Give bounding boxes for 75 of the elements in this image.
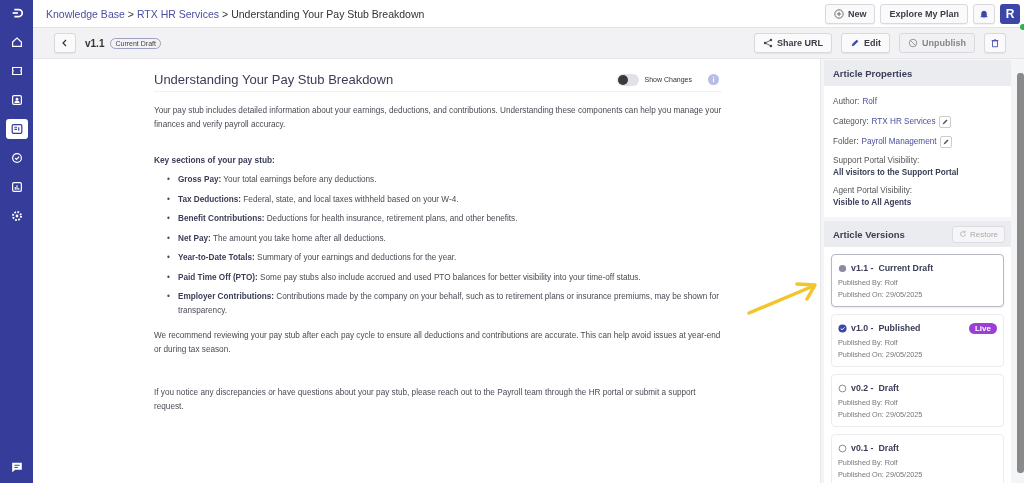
paragraph: If you notice any discrepancies or have questions about your pay stub, please reach out to the Payroll team through the HR portal or submit a support request. [154, 387, 697, 413]
info-icon [708, 74, 719, 85]
edit-button[interactable] [939, 135, 952, 148]
breadcrumb-link[interactable]: RTX HR Services [136, 7, 220, 20]
bell-icon [979, 8, 989, 19]
pencil-icon [850, 38, 860, 48]
property-label: Category: [833, 117, 869, 126]
contact-card-icon [9, 93, 24, 107]
version-name: v0.1 - Draft [851, 443, 900, 453]
list-item: Tax Deductions: Federal, state, and local taxes withheld based on your W-4. [178, 193, 460, 206]
list-bullet: • [167, 291, 171, 303]
pencil-icon [940, 117, 949, 126]
empty-circle-icon [838, 443, 847, 453]
edit-button[interactable]: Edit [841, 33, 890, 53]
property-label: Author: [833, 97, 860, 106]
trash-icon [990, 38, 1000, 48]
edit-button[interactable] [938, 115, 951, 128]
property-label: Agent Portal Visibility: [833, 186, 914, 195]
panel-title: Article Properties [833, 67, 913, 79]
list-bullet: • [167, 232, 171, 245]
book-icon [9, 122, 24, 136]
new-button[interactable]: New [824, 3, 876, 24]
property-value: All visitors to the Support Portal [833, 168, 960, 177]
panel-title: Article Versions [833, 228, 905, 240]
check-circle-icon [838, 323, 847, 333]
list-item: Paid Time Off (PTO): Some pay stubs also include accrued and used PTO balances for better visibility into your time-off status. [178, 271, 642, 284]
list-bullet: • [167, 213, 171, 225]
blocked-icon [908, 38, 918, 48]
version-label: v1.1 [85, 37, 105, 49]
list-item: Year-to-Date Totals: Summary of your earnings and deductions for the year. [178, 252, 458, 264]
chat-icon [9, 460, 24, 474]
property-link[interactable]: RTX HR Services [871, 117, 936, 126]
share-url-button[interactable]: Share URL [754, 33, 832, 53]
list-bullet: • [167, 252, 171, 264]
list-bullet: • [167, 174, 171, 186]
status-dot-icon [838, 263, 847, 273]
list-bullet: • [167, 271, 171, 284]
sidebar-item[interactable] [5, 119, 28, 139]
list-item: Employer Contributions: Contributions made by the company on your behalf, such as to retirement plans or insurance premiums, may be shown for transparency. [178, 291, 721, 317]
property-link[interactable]: Payroll Management [861, 137, 937, 146]
delete-button[interactable] [984, 33, 1006, 53]
list-bullet: • [167, 193, 171, 206]
version-name: v0.2 - Draft [851, 383, 900, 393]
breadcrumb-text: > [127, 7, 134, 20]
chart-icon [9, 180, 24, 194]
home-icon [9, 35, 24, 49]
breadcrumb-text: Understanding Your Pay Stub Breakdown [231, 7, 425, 20]
paragraph: We recommend reviewing your pay stub after each pay cycle to ensure all deductions and contributions are accurate. This can help avoid issues at year-end or during tax season. [154, 330, 722, 356]
property-link[interactable]: Rolf [862, 97, 877, 106]
property-label: Folder: [833, 137, 859, 146]
property-value: Visible to All Agents [833, 198, 913, 207]
list-item: Gross Pay: Your total earnings before any deductions. [178, 174, 378, 186]
version-name: v1.0 - Published [851, 323, 922, 333]
list-item: Benefit Contributions: Deductions for health insurance, retirement plans, and other benefits. [178, 213, 519, 225]
toggle-switch[interactable] [616, 73, 639, 86]
notification-button[interactable] [973, 3, 995, 24]
plus-circle-icon [833, 8, 844, 19]
explore-plan-button[interactable]: Explore My Plan [880, 3, 968, 24]
user-avatar[interactable]: R [1000, 3, 1020, 24]
breadcrumb-link[interactable]: Knowledge Base [46, 7, 125, 20]
empty-circle-icon [838, 383, 847, 393]
section-heading: Key sections of your pay stub: [154, 155, 276, 165]
live-badge: Live [969, 322, 997, 334]
breadcrumb-text: > [222, 7, 229, 20]
check-circle-icon [9, 151, 24, 165]
refresh-icon [959, 230, 967, 238]
version-name: v1.1 - Current Draft [851, 263, 935, 273]
pencil-icon [941, 137, 950, 146]
article-title: Understanding Your Pay Stub Breakdown [154, 72, 395, 87]
paragraph: Your pay stub includes detailed information about your earnings, deductions, and contributions. Understanding these components can help you manage your finances and verify payroll accuracy. [154, 105, 722, 131]
property-label: Support Portal Visibility: [833, 156, 921, 165]
list-item: Net Pay: The amount you take home after all deductions. [178, 232, 387, 245]
ticket-icon [9, 64, 24, 78]
share-icon [763, 38, 773, 48]
settings-icon [9, 209, 24, 223]
